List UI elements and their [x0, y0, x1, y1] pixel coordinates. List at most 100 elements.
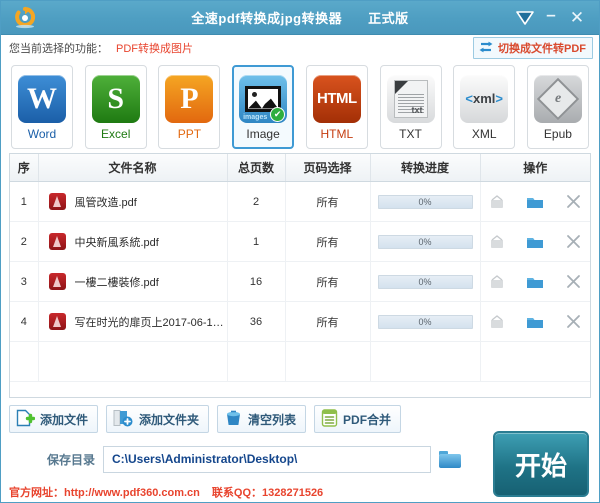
row-filename: 風管改造.pdf	[74, 196, 137, 209]
progress-bar: 0%	[377, 234, 473, 249]
switch-mode-label: 切换成文件转PDF	[498, 43, 586, 55]
preview-icon[interactable]	[487, 273, 507, 291]
format-button-excel[interactable]: S Excel	[84, 65, 147, 149]
add-folder-label: 添加文件夹	[139, 412, 200, 427]
pdf-merge-button[interactable]: PDF合并	[314, 405, 402, 433]
format-glyph-ppt: P	[180, 81, 199, 115]
window-controls: – ✕	[513, 3, 599, 32]
close-button[interactable]: ✕	[565, 6, 589, 30]
format-label-image: Image	[246, 126, 280, 141]
preview-icon[interactable]	[487, 193, 507, 211]
row-filename-cell: 風管改造.pdf	[38, 181, 228, 222]
open-folder-icon[interactable]	[525, 273, 545, 291]
word-icon: W	[18, 74, 66, 123]
table-row[interactable]: 4 写在时光的扉页上2017-06-14.pdf 36 所有 0%	[10, 301, 590, 342]
format-button-xml[interactable]: <xml> XML	[453, 65, 516, 149]
format-label-txt: TXT	[399, 126, 422, 141]
column-header-filename[interactable]: 文件名称	[38, 154, 228, 182]
file-list-panel: 序 文件名称 总页数 页码选择 转换进度 操作 1 風管改造.pdf 2 所有 …	[9, 153, 591, 398]
browse-folder-icon[interactable]	[439, 450, 462, 468]
preview-icon[interactable]	[487, 233, 507, 251]
progress-bar: 0%	[377, 194, 473, 209]
pdf-file-icon	[48, 193, 66, 210]
row-total-pages: 16	[227, 261, 286, 302]
selected-check-icon: ✔	[270, 106, 286, 122]
column-header-operations[interactable]: 操作	[480, 154, 590, 182]
format-button-word[interactable]: W Word	[11, 65, 73, 149]
row-index: 4	[10, 301, 39, 342]
row-progress-cell: 0%	[370, 181, 481, 222]
row-filename-cell: 写在时光的扉页上2017-06-14.pdf	[38, 301, 228, 342]
merge-icon	[321, 408, 338, 430]
current-function-label: 您当前选择的功能：	[9, 43, 108, 55]
column-header-index[interactable]: 序	[10, 154, 39, 182]
format-glyph-excel: S	[107, 81, 125, 115]
open-folder-icon[interactable]	[525, 313, 545, 331]
table-row[interactable]: 2 中央新風系統.pdf 1 所有 0%	[10, 221, 590, 262]
clear-list-button[interactable]: 清空列表	[217, 405, 307, 433]
file-table: 序 文件名称 总页数 页码选择 转换进度 操作 1 風管改造.pdf 2 所有 …	[10, 154, 590, 382]
menu-chevron-down-icon[interactable]	[513, 6, 537, 30]
switch-mode-button[interactable]: 切换成文件转PDF	[473, 37, 593, 59]
window-edition-text: 正式版	[368, 11, 409, 26]
start-button[interactable]: 开始	[493, 431, 589, 497]
pdf-file-icon	[48, 313, 66, 330]
remove-close-icon[interactable]	[563, 193, 583, 211]
add-file-button[interactable]: 添加文件	[9, 405, 99, 433]
format-button-epub[interactable]: e Epub	[526, 65, 589, 149]
application-window: 全速pdf转换成jpg转换器 正式版 – ✕ 您当前选择的功能： PDF转换成图片	[0, 0, 600, 503]
table-row[interactable]: 1 風管改造.pdf 2 所有 0%	[10, 181, 590, 222]
add-file-label: 添加文件	[40, 412, 89, 427]
format-button-txt[interactable]: txt TXT	[379, 65, 442, 149]
row-page-select[interactable]: 所有	[285, 181, 371, 222]
table-header-row: 序 文件名称 总页数 页码选择 转换进度 操作	[10, 154, 590, 182]
column-header-pages[interactable]: 总页数	[227, 154, 286, 182]
contact-qq-text: 联系QQ：1328271526	[211, 487, 324, 499]
window-title: 全速pdf转换成jpg转换器 正式版	[1, 8, 599, 27]
format-label-ppt: PPT	[177, 126, 202, 141]
progress-value: 0%	[418, 196, 432, 207]
row-index: 1	[10, 181, 39, 222]
empty-cell	[227, 341, 286, 382]
column-header-page-select[interactable]: 页码选择	[285, 154, 371, 182]
pdf-file-icon	[48, 233, 66, 250]
row-index: 2	[10, 221, 39, 262]
row-total-pages: 1	[227, 221, 286, 262]
format-button-ppt[interactable]: P PPT	[158, 65, 221, 149]
format-glyph-txt: txt	[411, 104, 423, 115]
open-folder-icon[interactable]	[525, 233, 545, 251]
save-path-input[interactable]: C:\Users\Administrator\Desktop\	[103, 445, 432, 473]
row-page-select[interactable]: 所有	[285, 221, 371, 262]
remove-close-icon[interactable]	[563, 273, 583, 291]
txt-document-icon: txt	[393, 79, 428, 118]
row-index: 3	[10, 261, 39, 302]
format-button-html[interactable]: HTML HTML	[305, 65, 368, 149]
row-page-select[interactable]: 所有	[285, 301, 371, 342]
preview-icon[interactable]	[487, 313, 507, 331]
epub-icon: e	[533, 74, 582, 123]
html-icon: HTML	[312, 74, 361, 123]
row-page-select[interactable]: 所有	[285, 261, 371, 302]
remove-close-icon[interactable]	[563, 313, 583, 331]
function-bar: 您当前选择的功能： PDF转换成图片 切换成文件转PDF	[1, 35, 599, 61]
title-bar: 全速pdf转换成jpg转换器 正式版 – ✕	[1, 1, 599, 35]
column-header-progress[interactable]: 转换进度	[370, 154, 481, 182]
row-filename: 中央新風系統.pdf	[74, 236, 159, 249]
table-row[interactable]: 3 一樓二樓裝修.pdf 16 所有 0%	[10, 261, 590, 302]
format-label-excel: Excel	[101, 126, 131, 141]
format-button-image[interactable]: images ✔ Image	[232, 65, 295, 149]
txt-fold-corner-icon	[394, 80, 408, 94]
empty-cell	[10, 341, 39, 382]
app-logo-icon	[9, 2, 41, 34]
row-filename-cell: 中央新風系統.pdf	[38, 221, 228, 262]
official-site-text[interactable]: 官方网址：http://www.pdf360.com.cn	[9, 484, 200, 500]
format-glyph-image: images	[243, 113, 268, 121]
remove-close-icon[interactable]	[563, 233, 583, 251]
format-selector: W Word S Excel P PPT images ✔ Image HTML…	[1, 61, 599, 153]
epub-diamond-icon: e	[536, 77, 580, 120]
save-directory-bar: 保存目录 C:\Users\Administrator\Desktop\ 开始	[1, 431, 599, 497]
add-folder-button[interactable]: 添加文件夹	[106, 405, 210, 433]
open-folder-icon[interactable]	[525, 193, 545, 211]
minimize-button[interactable]: –	[539, 3, 563, 32]
current-function-value: PDF转换成图片	[116, 43, 193, 55]
